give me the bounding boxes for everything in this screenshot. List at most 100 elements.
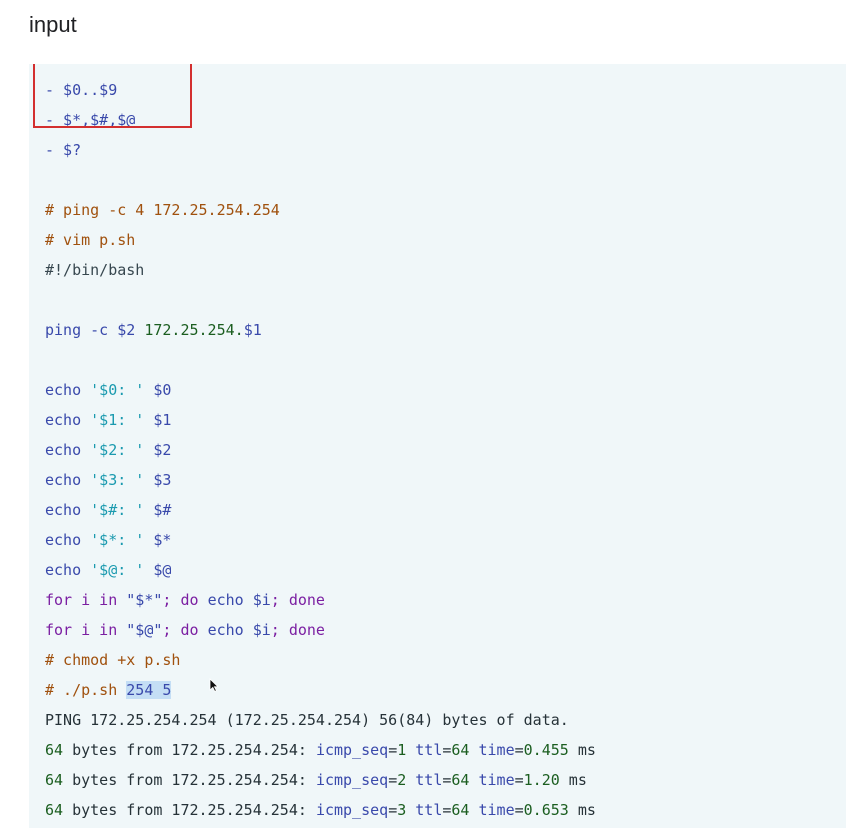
code-block[interactable]: - $0..$9 - $*,$#,$@ - $? # ping -c 4 172.2… bbox=[29, 64, 846, 828]
mouse-cursor-icon bbox=[209, 678, 219, 692]
code-token: '$#: ' bbox=[90, 501, 145, 519]
code-token: PING 172.25.254.254 (172.25.254.254) 56(… bbox=[45, 711, 569, 729]
code-line: echo '$#: ' $# bbox=[45, 495, 596, 525]
code-token: echo bbox=[45, 471, 91, 489]
code-token: '$*: ' bbox=[90, 531, 145, 549]
code-token: $2 bbox=[117, 321, 136, 339]
code-token: #!/bin/bash bbox=[45, 261, 145, 279]
code-token: 0.653 bbox=[523, 801, 569, 819]
code-token: 1 bbox=[397, 741, 407, 759]
code-token: = bbox=[388, 741, 398, 759]
code-token: 2 bbox=[397, 771, 407, 789]
code-token: echo bbox=[45, 531, 91, 549]
code-line: - $? bbox=[45, 135, 596, 165]
code-token: icmp_seq bbox=[315, 801, 389, 819]
code-token: $1 bbox=[243, 321, 262, 339]
code-token: = bbox=[514, 741, 524, 759]
code-line: echo '$*: ' $* bbox=[45, 525, 596, 555]
code-token: - $*,$#,$@ bbox=[45, 111, 136, 129]
code-line: - $0..$9 bbox=[45, 75, 596, 105]
code-token: = bbox=[388, 771, 398, 789]
code-line: echo '$@: ' $@ bbox=[45, 555, 596, 585]
code-token: # chmod +x p.sh bbox=[45, 651, 181, 669]
code-token: echo bbox=[45, 561, 91, 579]
code-token: 64 bbox=[45, 801, 64, 819]
code-token: echo bbox=[45, 381, 91, 399]
code-token: ; do bbox=[162, 621, 208, 639]
code-token: 64 bbox=[45, 741, 64, 759]
code-token: ; done bbox=[270, 591, 325, 609]
code-token: = bbox=[388, 801, 398, 819]
code-token: $i bbox=[252, 591, 271, 609]
code-line: # ping -c 4 172.25.254.254 bbox=[45, 195, 596, 225]
code-token: - $? bbox=[45, 141, 82, 159]
code-token: $@ bbox=[144, 561, 172, 579]
code-token: echo bbox=[207, 591, 253, 609]
code-token: ms bbox=[568, 741, 596, 759]
code-token: $0 bbox=[144, 381, 172, 399]
code-token: ping -c bbox=[45, 321, 118, 339]
code-token: = bbox=[514, 771, 524, 789]
code-token: bytes from 172.25.254.254: bbox=[63, 801, 316, 819]
code-token: ; done bbox=[270, 621, 325, 639]
code-token: 254 5 bbox=[126, 681, 172, 699]
code-token: ms bbox=[559, 771, 587, 789]
code-token: time bbox=[478, 741, 515, 759]
code-token: $3 bbox=[144, 471, 172, 489]
code-token: '$2: ' bbox=[90, 441, 145, 459]
code-token: 172.25.254. bbox=[135, 321, 244, 339]
code-token: '$3: ' bbox=[90, 471, 145, 489]
code-token: ; do bbox=[162, 591, 208, 609]
code-line: # ./p.sh 254 5 bbox=[45, 675, 596, 705]
code-token: '$@: ' bbox=[90, 561, 145, 579]
code-token: for i in bbox=[45, 591, 127, 609]
code-token: bytes from 172.25.254.254: bbox=[63, 771, 316, 789]
code-line: # vim p.sh bbox=[45, 225, 596, 255]
code-lines: - $0..$9 - $*,$#,$@ - $? # ping -c 4 172.2… bbox=[45, 75, 596, 825]
code-line: - $*,$#,$@ bbox=[45, 105, 596, 135]
section-heading: input bbox=[29, 12, 77, 37]
code-token: 3 bbox=[397, 801, 407, 819]
code-token: for i in bbox=[45, 621, 127, 639]
code-line: # chmod +x p.sh bbox=[45, 645, 596, 675]
code-line: for i in "$@"; do echo $i; done bbox=[45, 615, 596, 645]
code-line: #!/bin/bash bbox=[45, 255, 596, 285]
code-token: time bbox=[478, 771, 515, 789]
code-line: echo '$3: ' $3 bbox=[45, 465, 596, 495]
code-token: # ping -c 4 172.25.254.254 bbox=[45, 201, 280, 219]
code-token: = bbox=[514, 801, 524, 819]
code-token: # vim p.sh bbox=[45, 231, 136, 249]
code-token: ttl bbox=[415, 801, 443, 819]
code-token: '$1: ' bbox=[90, 411, 145, 429]
code-token: bytes from 172.25.254.254: bbox=[63, 741, 316, 759]
code-token: - $0..$9 bbox=[45, 81, 118, 99]
code-token: 0.455 bbox=[523, 741, 569, 759]
code-line: echo '$1: ' $1 bbox=[45, 405, 596, 435]
code-token: $1 bbox=[144, 411, 172, 429]
code-token: $* bbox=[144, 531, 172, 549]
code-token: "$*" bbox=[126, 591, 163, 609]
code-token: echo bbox=[45, 501, 91, 519]
code-token: ms bbox=[568, 801, 596, 819]
code-token: echo bbox=[207, 621, 253, 639]
code-token: echo bbox=[45, 411, 91, 429]
code-token: icmp_seq bbox=[315, 771, 389, 789]
code-token: 64 bbox=[45, 771, 64, 789]
code-token: $2 bbox=[144, 441, 172, 459]
code-line: 64 bytes from 172.25.254.254: icmp_seq=1… bbox=[45, 735, 596, 765]
code-line: for i in "$*"; do echo $i; done bbox=[45, 585, 596, 615]
code-token: 64 bbox=[451, 771, 470, 789]
code-token: 64 bbox=[451, 801, 470, 819]
code-token: 64 bbox=[451, 741, 470, 759]
code-line: echo '$2: ' $2 bbox=[45, 435, 596, 465]
code-line: 64 bytes from 172.25.254.254: icmp_seq=3… bbox=[45, 795, 596, 825]
code-token: echo bbox=[45, 441, 91, 459]
